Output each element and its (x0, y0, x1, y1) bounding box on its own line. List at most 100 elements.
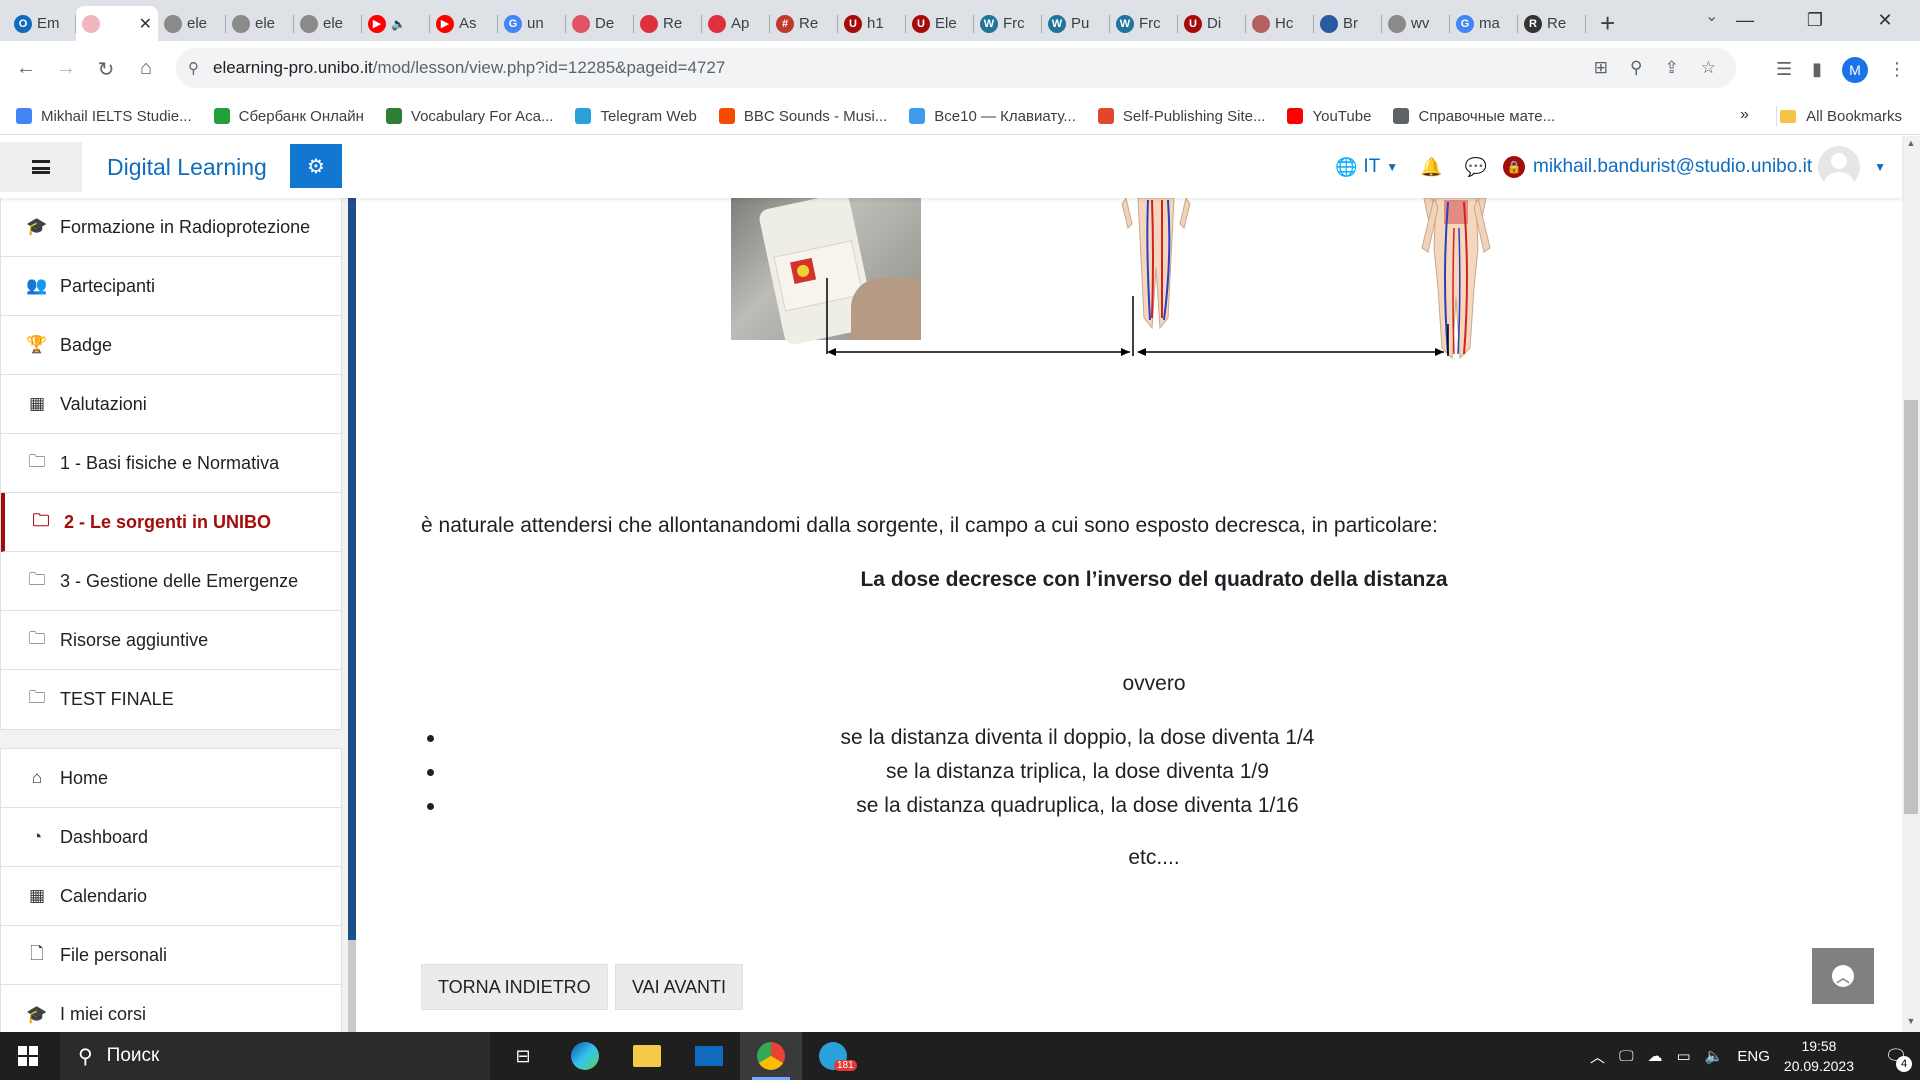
language-menu[interactable]: IT (1363, 156, 1380, 178)
browser-tab[interactable]: wv (1382, 6, 1450, 41)
drawer-item[interactable]: 🗀 2 - Le sorgenti in UNIBO (1, 493, 341, 552)
bookmark-item[interactable]: Все10 — Клавиату... (909, 108, 1076, 125)
browser-tab[interactable]: Br (1314, 6, 1382, 41)
drawer-item[interactable]: 🎓 Formazione in Radioprotezione (1, 198, 341, 257)
browser-tab[interactable]: R Re (1518, 6, 1586, 41)
next-page-button[interactable]: VAI AVANTI (615, 964, 744, 1010)
browser-tab[interactable]: Gma (1450, 6, 1518, 41)
bookmark-item[interactable]: Сбербанк Онлайн (213, 108, 364, 125)
browser-tab[interactable]: Gun (498, 6, 566, 41)
bookmark-item[interactable]: Mikhail IELTS Studie... (16, 108, 192, 125)
mail-app[interactable] (678, 1032, 740, 1080)
all-bookmarks-button[interactable]: All Bookmarks (1780, 98, 1902, 135)
notifications-bell-icon[interactable]: 🔔 (1420, 157, 1442, 178)
user-menu-caret-icon[interactable]: ▼ (1874, 160, 1886, 174)
home-icon[interactable]: ⌂ (126, 57, 166, 82)
minimize-icon[interactable]: — (1710, 10, 1780, 31)
browser-tab[interactable]: ele (158, 6, 226, 41)
tab-active[interactable]: ✕ (76, 6, 158, 41)
drawer-item[interactable]: 🏆 Badge (1, 316, 341, 375)
translate-icon[interactable]: ⊞ (1594, 58, 1608, 78)
scroll-down-arrow-icon[interactable]: ▼ (1902, 1016, 1920, 1030)
browser-tab[interactable]: ele (294, 6, 362, 41)
bookmark-item[interactable]: Telegram Web (575, 108, 697, 125)
browser-tab[interactable]: # Re (770, 6, 838, 41)
browser-tab[interactable]: W Pu (1042, 6, 1110, 41)
tab-audio-icon[interactable]: 🔈 (391, 17, 406, 31)
scroll-up-arrow-icon[interactable]: ▲ (1902, 138, 1920, 152)
drawer-toggle-button[interactable] (0, 142, 82, 192)
bookmark-item[interactable]: Self-Publishing Site... (1097, 108, 1265, 125)
drawer-item[interactable]: 👥 Partecipanti (1, 257, 341, 316)
drawer-scroll-thumb[interactable] (348, 940, 356, 1032)
network-icon[interactable]: 🖵 (1619, 1048, 1633, 1065)
side-panel-icon[interactable]: ▮ (1812, 59, 1822, 80)
battery-icon[interactable]: ▭ (1677, 1047, 1691, 1065)
globe-icon[interactable]: 🌐 (1335, 157, 1357, 178)
browser-tab[interactable]: U Ele (906, 6, 974, 41)
bookmark-star-icon[interactable]: ☆ (1701, 58, 1716, 78)
bookmark-item[interactable]: Vocabulary For Aca... (385, 108, 553, 125)
browser-tab[interactable]: ▶ As (430, 6, 498, 41)
taskbar-search[interactable]: ⚲ Поиск (60, 1032, 490, 1080)
drawer-item[interactable]: ⌂ Home (1, 749, 341, 808)
reload-icon[interactable]: ↻ (86, 57, 126, 82)
browser-tab[interactable]: Ap (702, 6, 770, 41)
security-badge-icon[interactable]: 🔒 (1503, 156, 1525, 178)
tab-close-icon[interactable]: ✕ (139, 14, 152, 34)
settings-gear-button[interactable]: ⚙ (290, 144, 342, 188)
explorer-app[interactable] (616, 1032, 678, 1080)
messages-icon[interactable]: 💬 (1465, 157, 1487, 178)
chrome-app[interactable] (740, 1032, 802, 1080)
back-icon[interactable]: ← (6, 57, 46, 82)
more-bookmarks-icon[interactable]: » (1740, 106, 1749, 124)
page-scroll-thumb[interactable] (1904, 400, 1918, 814)
drawer-item[interactable]: 🗀 TEST FINALE (1, 670, 341, 729)
bookmark-item[interactable]: YouTube (1287, 108, 1371, 125)
browser-tab[interactable]: De (566, 6, 634, 41)
drawer-item[interactable]: 🗀 3 - Gestione delle Emergenze (1, 552, 341, 611)
close-window-icon[interactable]: ✕ (1850, 10, 1920, 31)
browser-tab[interactable]: W Frc (1110, 6, 1178, 41)
browser-tab[interactable]: W Frc (974, 6, 1042, 41)
restore-icon[interactable]: ❐ (1780, 10, 1850, 31)
task-view-button[interactable]: ⊟ (492, 1032, 554, 1080)
chevron-up-icon[interactable]: ︿ (1590, 1046, 1605, 1067)
site-info-icon[interactable]: ⚲ (188, 59, 199, 77)
input-language[interactable]: ENG (1737, 1048, 1770, 1065)
back-to-top-button[interactable]: ︿ (1812, 948, 1874, 1004)
bookmark-item[interactable]: Справочные мате... (1393, 108, 1555, 125)
caret-down-icon[interactable]: ▼ (1386, 160, 1398, 174)
drawer-scrollbar[interactable] (348, 198, 356, 1032)
share-icon[interactable]: ⇪ (1665, 58, 1679, 78)
browser-menu-icon[interactable]: ⋮ (1888, 59, 1906, 80)
notification-center-button[interactable]: 🗨 4 (1872, 1032, 1920, 1080)
user-email-link[interactable]: mikhail.bandurist@studio.unibo.it (1533, 156, 1812, 178)
drawer-item[interactable]: 🗋 File personali (1, 926, 341, 985)
browser-tab[interactable]: ele (226, 6, 294, 41)
telegram-app[interactable]: 181 (802, 1032, 864, 1080)
browser-tab[interactable]: Hc (1246, 6, 1314, 41)
drawer-item[interactable]: 🗀 1 - Basi fisiche e Normativa (1, 434, 341, 493)
browser-tab[interactable]: ▶ 🔈 (362, 6, 430, 41)
drawer-item[interactable]: 🎓 I miei corsi (1, 985, 341, 1032)
clock[interactable]: 19:58 20.09.2023 (1784, 1036, 1854, 1076)
bookmark-item[interactable]: BBC Sounds - Musi... (718, 108, 887, 125)
forward-icon[interactable]: → (46, 57, 86, 82)
browser-tab[interactable]: Re (634, 6, 702, 41)
volume-icon[interactable]: 🔈 (1705, 1047, 1724, 1065)
zoom-icon[interactable]: ⚲ (1630, 58, 1642, 78)
previous-page-button[interactable]: TORNA INDIETRO (421, 964, 608, 1010)
reading-list-icon[interactable]: ☰ (1776, 59, 1792, 80)
drawer-item[interactable]: ◔ Dashboard (1, 808, 341, 867)
drawer-item[interactable]: ▦ Valutazioni (1, 375, 341, 434)
onedrive-icon[interactable]: ☁ (1648, 1047, 1663, 1065)
drawer-item[interactable]: ▦ Calendario (1, 867, 341, 926)
address-bar[interactable]: ⚲ elearning-pro.unibo.it/mod/lesson/view… (176, 48, 1736, 88)
drawer-item[interactable]: 🗀 Risorse aggiuntive (1, 611, 341, 670)
site-name-link[interactable]: Digital Learning (107, 154, 267, 181)
start-button[interactable] (0, 1032, 56, 1080)
profile-avatar[interactable]: M (1842, 56, 1868, 83)
user-avatar[interactable] (1818, 146, 1861, 188)
browser-tab[interactable]: O Em (8, 6, 76, 41)
